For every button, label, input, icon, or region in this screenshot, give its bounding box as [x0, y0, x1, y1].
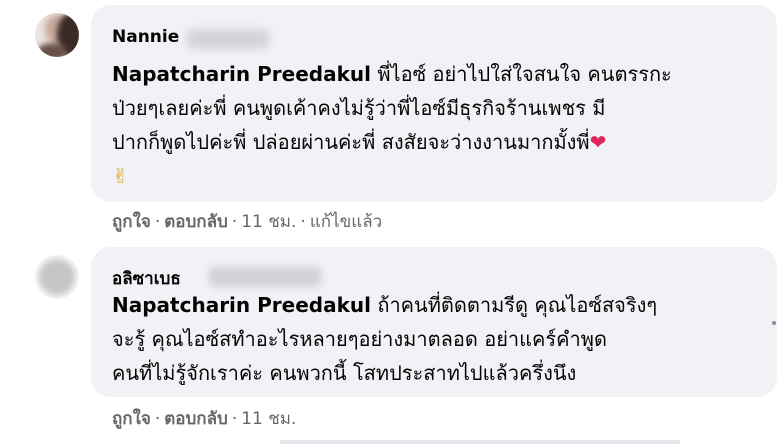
- separator-dot: ·: [231, 409, 238, 429]
- comment-text-line: Napatcharin Preedakul ถ้าคนที่ติดตามรีดู…: [112, 288, 657, 322]
- avatar-shoulder-blur: [37, 43, 67, 57]
- comment-text-line: จะรู้ คุณไอซ์สทำอะไรหลายๆอย่างมาตลอด อย่…: [112, 322, 607, 356]
- bottom-scroll-edge: [280, 440, 680, 444]
- comment-text-line: ปากก็พูดไปค่ะพี่ ปล่อยผ่านค่ะพี่ สงสัยจะ…: [112, 125, 606, 159]
- comment-bubble: อลิซาเบธ Napatcharin Preedakul ถ้าคนที่ต…: [91, 247, 777, 397]
- comment-bubble: Nannie Napatcharin Preedakul พี่ไอซ์ อย่…: [91, 5, 777, 202]
- edited-label[interactable]: แก้ไขแล้ว: [310, 212, 382, 232]
- separator-dot: ·: [300, 212, 306, 232]
- author-surname-blurred: [187, 29, 269, 49]
- comment-text: ปากก็พูดไปค่ะพี่ ปล่อยผ่านค่ะพี่ สงสัยจะ…: [112, 130, 590, 154]
- comment-timestamp[interactable]: 11 ชม.: [241, 409, 296, 429]
- comment-actions: ถูกใจ · ตอบกลับ · 11 ชม. · แก้ไขแล้ว: [112, 208, 382, 235]
- avatar-blur: [39, 259, 75, 295]
- avatar[interactable]: [35, 255, 79, 299]
- comment-actions: ถูกใจ · ตอบกลับ · 11 ชม.: [112, 405, 296, 432]
- mention-link[interactable]: Napatcharin Preedakul: [112, 62, 371, 86]
- comment-text-line: คนที่ไม่รู้จักเราค่ะ คนพวกนี้ โสทประสาทไ…: [112, 356, 576, 390]
- comment-text-line: ✌: [112, 159, 129, 193]
- mention-link[interactable]: Napatcharin Preedakul: [112, 293, 371, 317]
- reply-button[interactable]: ตอบกลับ: [164, 212, 228, 232]
- separator-dot: ·: [154, 409, 161, 429]
- comment-text: ป่วยๆเลยค่ะพี่ คนพูดเค้าคงไม่รู้ว่าพี่ไอ…: [112, 96, 606, 120]
- heart-emoji-icon: ❤: [589, 130, 607, 154]
- separator-dot: ·: [231, 212, 238, 232]
- comment-text: จะรู้ คุณไอซ์สทำอะไรหลายๆอย่างมาตลอด อย่…: [112, 327, 607, 351]
- comment-text: พี่ไอซ์ อย่าไปใส่ใจสนใจ คนตรรกะ: [370, 62, 672, 86]
- like-button[interactable]: ถูกใจ: [112, 409, 151, 429]
- reply-button[interactable]: ตอบกลับ: [164, 409, 228, 429]
- comment-author-name[interactable]: Nannie: [112, 27, 179, 47]
- victory-hand-emoji-icon: ✌: [112, 164, 129, 188]
- comment-text-line: Napatcharin Preedakul พี่ไอซ์ อย่าไปใส่ใ…: [112, 57, 672, 91]
- more-options-dot-icon[interactable]: [772, 321, 776, 325]
- author-surname-blurred: [209, 267, 321, 287]
- separator-dot: ·: [154, 212, 161, 232]
- comment-text-line: ป่วยๆเลยค่ะพี่ คนพูดเค้าคงไม่รู้ว่าพี่ไอ…: [112, 91, 605, 125]
- comment-text: คนที่ไม่รู้จักเราค่ะ คนพวกนี้ โสทประสาทไ…: [112, 361, 577, 385]
- comment-timestamp[interactable]: 11 ชม.: [241, 212, 296, 232]
- comment-text: ถ้าคนที่ติดตามรีดู คุณไอซ์สจริงๆ: [370, 293, 658, 317]
- avatar[interactable]: [35, 13, 79, 57]
- like-button[interactable]: ถูกใจ: [112, 212, 151, 232]
